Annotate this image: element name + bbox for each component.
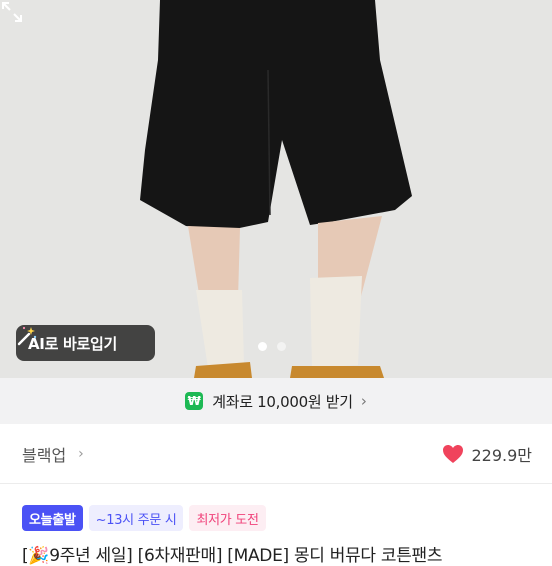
chevron-right-icon: ›: [78, 445, 84, 462]
product-photo: [0, 0, 552, 378]
ai-try-on-label: AI로 바로입기: [28, 334, 118, 353]
account-cashback-banner[interactable]: ₩ 계좌로 10,000원 받기 ›: [0, 378, 552, 424]
image-pagination: [258, 342, 286, 351]
magic-wand-icon: [17, 326, 37, 346]
promo-text: 계좌로 10,000원 받기: [212, 392, 353, 411]
brand-link[interactable]: 블랙업 ›: [22, 442, 84, 466]
pagination-dot[interactable]: [277, 342, 286, 351]
product-title: [🎉9주년 세일] [6차재판매] [MADE] 몽디 버뮤다 코튼팬츠: [22, 546, 443, 566]
won-icon: ₩: [185, 392, 204, 410]
brand-name: 블랙업: [22, 445, 67, 465]
like-count: 229.9만: [471, 445, 532, 465]
today-delivery-badge: 오늘출발: [22, 505, 83, 531]
badge-row: 오늘출발 ~13시 주문 시 최저가 도전: [22, 505, 266, 531]
seller-row: 블랙업 › 229.9만: [0, 424, 552, 484]
heart-icon: [443, 444, 464, 463]
lowest-price-badge: 최저가 도전: [189, 505, 266, 531]
product-image[interactable]: AI로 바로입기: [0, 0, 552, 378]
like-button[interactable]: 229.9만: [442, 442, 532, 466]
expand-icon[interactable]: [0, 0, 24, 24]
order-deadline-badge: ~13시 주문 시: [88, 505, 184, 531]
pagination-dot-active[interactable]: [258, 342, 267, 351]
chevron-right-icon: ›: [360, 392, 367, 410]
ai-try-on-button[interactable]: AI로 바로입기: [16, 325, 155, 361]
